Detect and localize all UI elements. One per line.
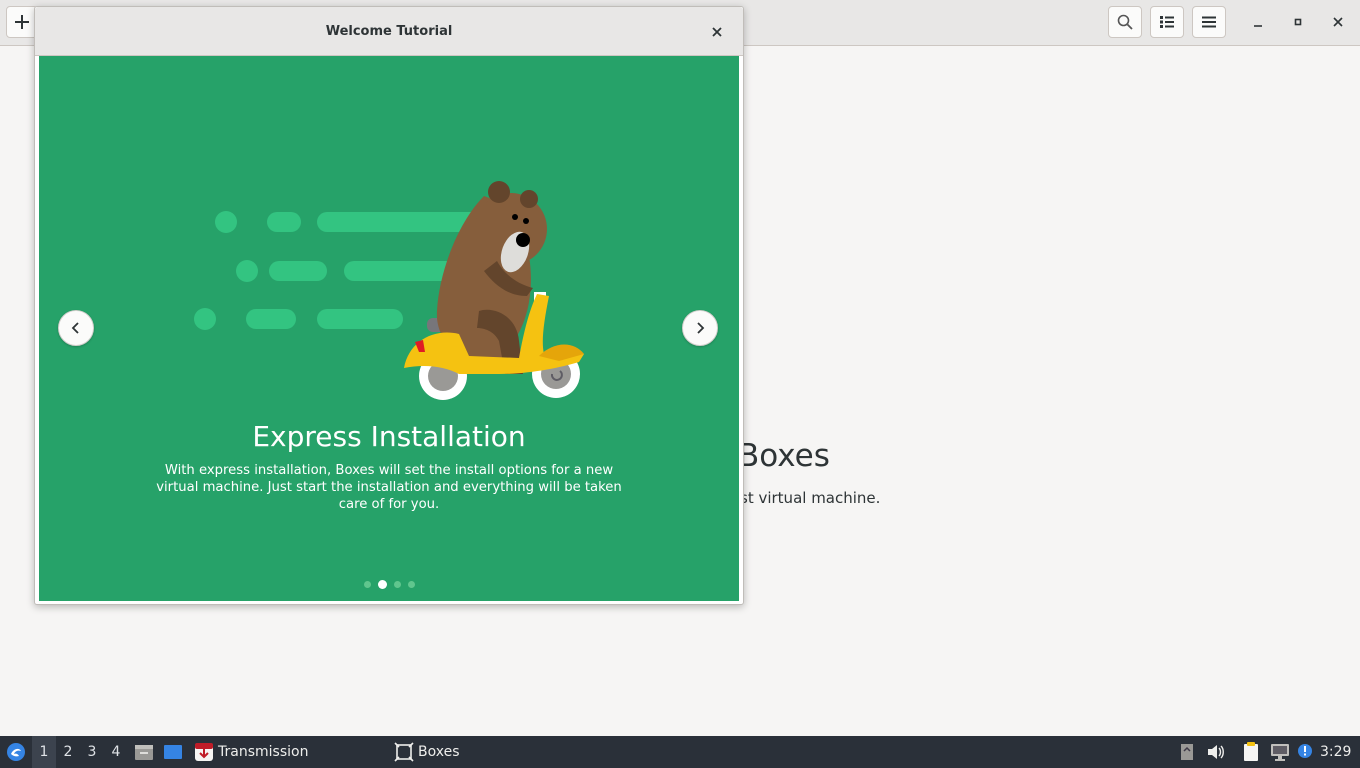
page-dot-2[interactable] — [377, 580, 387, 589]
empty-state-subtitle: st virtual machine. — [740, 489, 881, 507]
transmission-icon — [195, 743, 213, 761]
taskbar-app-label: Transmission — [218, 744, 309, 760]
tutorial-slide: Express Installation With express instal… — [39, 56, 739, 601]
maximize-icon — [1294, 18, 1302, 26]
page-dot-4[interactable] — [407, 581, 415, 588]
notification-icon — [1298, 744, 1312, 758]
search-icon — [1117, 14, 1133, 30]
search-button[interactable] — [1108, 6, 1142, 38]
workspace-4[interactable]: 4 — [104, 736, 128, 768]
tray-volume[interactable] — [1207, 736, 1225, 768]
chevron-left-icon — [71, 322, 79, 334]
close-icon — [712, 27, 722, 37]
bear-on-scooter-illustration — [194, 181, 584, 400]
slide-description: With express installation, Boxes will se… — [156, 463, 622, 512]
empty-state-title: Boxes — [738, 438, 830, 474]
page-dot-1[interactable] — [363, 581, 371, 588]
tray-clipboard[interactable] — [1243, 736, 1261, 768]
volume-icon — [1208, 745, 1224, 759]
tray-notifications[interactable] — [1296, 736, 1318, 768]
slide-title: Express Installation — [252, 420, 526, 453]
next-slide-button[interactable] — [682, 310, 718, 346]
workspace-3[interactable]: 3 — [80, 736, 104, 768]
close-icon — [1333, 17, 1343, 27]
taskbar-app-boxes[interactable]: Boxes — [394, 736, 584, 768]
close-window-button[interactable] — [1326, 10, 1350, 34]
dialog-close-button[interactable] — [705, 20, 729, 44]
taskbar-app-transmission[interactable]: Transmission — [194, 736, 384, 768]
slide-page-indicator — [39, 580, 739, 589]
welcome-tutorial-dialog: Welcome Tutorial Express Installation Wi… — [34, 6, 744, 605]
start-menu-button[interactable] — [4, 736, 28, 768]
list-view-button[interactable] — [1150, 6, 1184, 38]
list-view-icon — [1160, 16, 1174, 28]
clipboard-icon — [1244, 742, 1258, 761]
menu-button[interactable] — [1192, 6, 1226, 38]
taskbar-clock[interactable]: 3:29 — [1320, 736, 1351, 768]
maximize-button[interactable] — [1286, 10, 1310, 34]
network-wired-icon — [1271, 744, 1289, 761]
chevron-right-icon — [697, 322, 705, 334]
package-icon — [1181, 744, 1193, 760]
desktop-icon — [164, 745, 182, 759]
taskbar: 1 2 3 4 Transmission Boxes 3:29 — [0, 736, 1360, 768]
file-manager-icon — [135, 745, 153, 760]
dialog-title: Welcome Tutorial — [325, 24, 453, 39]
workspace-1[interactable]: 1 — [32, 736, 56, 768]
workspace-2[interactable]: 2 — [56, 736, 80, 768]
taskbar-app-label: Boxes — [418, 744, 460, 760]
plus-icon — [15, 15, 29, 29]
boxes-icon — [394, 742, 414, 762]
hamburger-menu-icon — [1202, 16, 1216, 28]
desktop-launcher[interactable] — [163, 736, 183, 768]
distro-logo-icon — [7, 743, 25, 761]
previous-slide-button[interactable] — [58, 310, 94, 346]
dialog-titlebar: Welcome Tutorial — [35, 7, 743, 56]
minimize-button[interactable] — [1246, 10, 1270, 34]
file-manager-launcher[interactable] — [134, 736, 154, 768]
tray-update-indicator[interactable] — [1180, 736, 1196, 768]
tray-network[interactable] — [1270, 736, 1292, 768]
minimize-icon — [1254, 25, 1262, 27]
page-dot-3[interactable] — [393, 581, 401, 588]
